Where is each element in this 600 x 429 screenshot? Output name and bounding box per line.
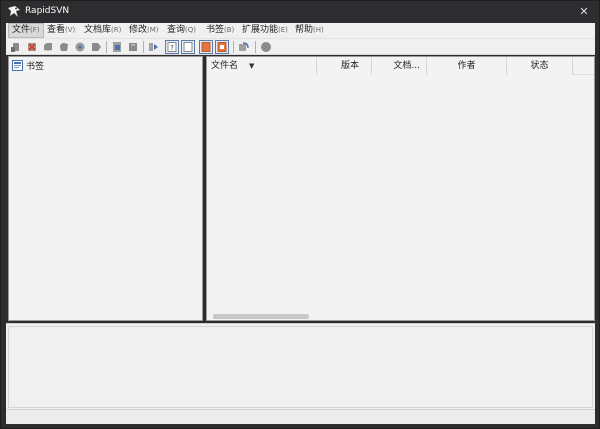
tag-button[interactable] bbox=[89, 40, 103, 54]
toolbar: ? bbox=[6, 38, 595, 55]
horizontal-scrollbar[interactable] bbox=[213, 314, 309, 319]
bookmark-folder-icon bbox=[12, 59, 23, 71]
status-bar bbox=[6, 409, 595, 424]
checkout-icon bbox=[11, 43, 19, 52]
log-panel bbox=[6, 323, 595, 409]
flat-view-button[interactable] bbox=[199, 40, 213, 54]
toolbar-separator bbox=[233, 41, 234, 53]
log-icon bbox=[149, 43, 158, 51]
menu-file[interactable]: 文件(F) bbox=[8, 23, 44, 38]
info-icon: ? bbox=[167, 42, 177, 52]
checkout-button[interactable] bbox=[9, 40, 23, 54]
modified-only-icon bbox=[217, 42, 227, 52]
title-bar[interactable]: RapidSVN ✕ bbox=[1, 1, 599, 23]
refresh-button[interactable] bbox=[73, 40, 87, 54]
blank-doc-button[interactable] bbox=[181, 40, 195, 54]
column-status[interactable]: 状态 bbox=[507, 57, 573, 75]
tag-icon bbox=[92, 43, 101, 51]
column-filename[interactable]: 文件名 ▼ bbox=[207, 57, 317, 75]
menu-query[interactable]: 查询(Q) bbox=[164, 23, 199, 38]
menu-bar: 文件(F) 查看(V) 文档库(R) 修改(M) 查询(Q) 书签(B) 扩展功… bbox=[6, 23, 595, 38]
menu-bookmarks[interactable]: 书签(B) bbox=[203, 23, 237, 38]
window-title: RapidSVN bbox=[25, 6, 70, 16]
merge-button[interactable] bbox=[126, 40, 140, 54]
file-list-panel[interactable]: 文件名 ▼ 版本 文档... 作者 状态 bbox=[206, 56, 595, 321]
close-icon: ✕ bbox=[579, 5, 589, 18]
toolbar-separator bbox=[106, 41, 107, 53]
blank-doc-icon bbox=[183, 42, 193, 52]
refresh-view-icon bbox=[239, 42, 249, 51]
delete-button[interactable] bbox=[25, 40, 39, 54]
info-button[interactable]: ? bbox=[165, 40, 179, 54]
stop-icon bbox=[261, 42, 271, 52]
tree-item-label: 书签 bbox=[26, 61, 45, 72]
sort-down-icon: ▼ bbox=[249, 62, 255, 70]
column-revision[interactable]: 版本 bbox=[317, 57, 372, 75]
column-doc[interactable]: 文档... bbox=[372, 57, 427, 75]
refresh-view-button[interactable] bbox=[237, 40, 251, 54]
rapidsvn-logo-icon bbox=[7, 5, 21, 19]
svg-text:?: ? bbox=[170, 44, 174, 52]
stop-button[interactable] bbox=[259, 40, 273, 54]
merge-icon bbox=[129, 43, 137, 51]
tree-item-bookmarks[interactable]: 书签 bbox=[12, 59, 45, 72]
delete-icon bbox=[28, 43, 36, 51]
add-button[interactable] bbox=[110, 40, 124, 54]
bookmarks-panel[interactable]: 书签 bbox=[8, 56, 203, 321]
log-output[interactable] bbox=[8, 326, 593, 408]
menu-extensions[interactable]: 扩展功能(E) bbox=[239, 23, 291, 38]
update-icon bbox=[44, 43, 52, 51]
menu-help[interactable]: 帮助(H) bbox=[292, 23, 327, 38]
app-window: RapidSVN ✕ 文件(F) 查看(V) 文档库(R) 修改(M) 查询(Q… bbox=[0, 0, 600, 429]
file-list-header: 文件名 ▼ 版本 文档... 作者 状态 bbox=[207, 57, 594, 75]
toolbar-separator bbox=[255, 41, 256, 53]
menu-modify[interactable]: 修改(M) bbox=[126, 23, 162, 38]
add-icon bbox=[113, 42, 121, 52]
refresh-icon bbox=[75, 42, 85, 52]
column-author[interactable]: 作者 bbox=[427, 57, 507, 75]
flat-view-icon bbox=[201, 42, 211, 52]
menu-view[interactable]: 查看(V) bbox=[44, 23, 78, 38]
commit-button[interactable] bbox=[57, 40, 71, 54]
commit-icon bbox=[60, 43, 68, 51]
log-button[interactable] bbox=[147, 40, 161, 54]
menu-repository[interactable]: 文档库(R) bbox=[81, 23, 124, 38]
toolbar-separator bbox=[143, 41, 144, 53]
close-button[interactable]: ✕ bbox=[575, 3, 593, 21]
update-button[interactable] bbox=[41, 40, 55, 54]
modified-only-button[interactable] bbox=[215, 40, 229, 54]
